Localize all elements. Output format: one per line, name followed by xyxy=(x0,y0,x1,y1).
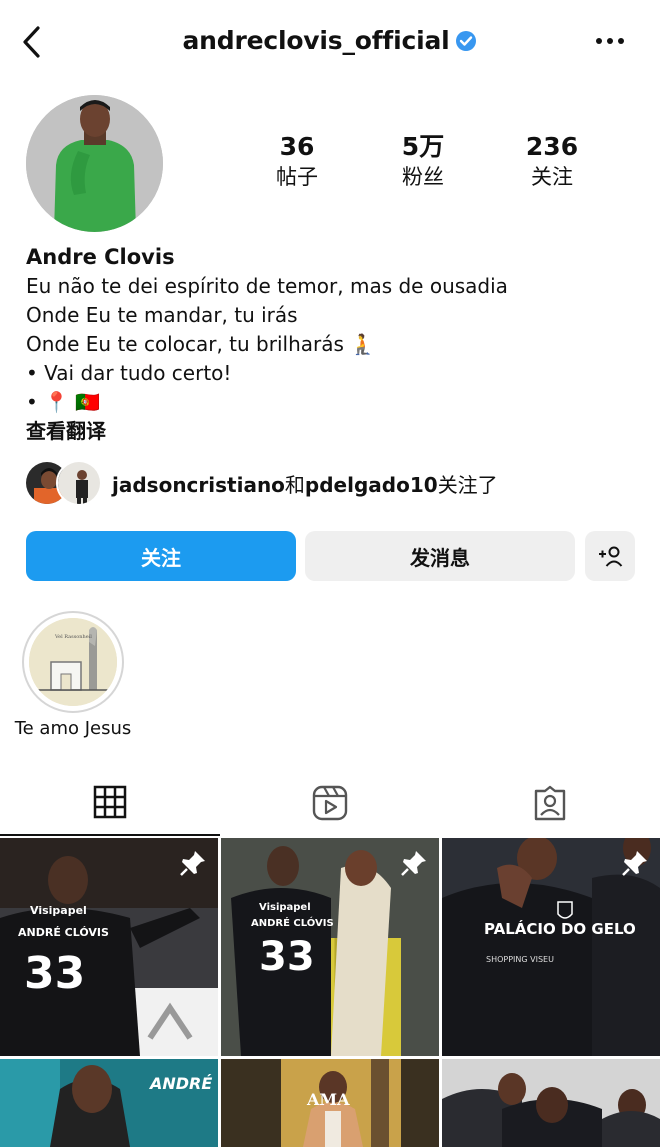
post-sponsor: PALÁCIO DO GELO xyxy=(484,919,636,938)
posts-count-label: 帖子 xyxy=(276,165,318,189)
followed-by-row[interactable]: jadsoncristiano和pdelgado10关注了 xyxy=(24,460,644,506)
followers-count[interactable]: 5万 粉丝 xyxy=(368,132,478,192)
post-jersey-number: 33 xyxy=(24,948,85,999)
post-photo: AMA xyxy=(221,1059,439,1147)
post-thumbnail[interactable] xyxy=(442,1059,660,1147)
follower-username[interactable]: jadsoncristiano xyxy=(112,473,285,497)
suggest-users-button[interactable] xyxy=(585,531,635,581)
pinned-icon xyxy=(178,848,208,878)
profile-header: andreclovis_official xyxy=(0,0,660,84)
post-thumbnail[interactable]: AMA xyxy=(221,1059,439,1147)
post-sponsor-sub: SHOPPING VISEU xyxy=(486,955,554,964)
highlight-label: Te amo Jesus xyxy=(14,718,132,739)
add-user-icon xyxy=(599,546,623,567)
tab-posts[interactable] xyxy=(0,770,220,836)
posts-count-value: 36 xyxy=(279,132,315,161)
post-thumbnail[interactable]: PALÁCIO DO GELO SHOPPING VISEU xyxy=(442,838,660,1056)
posts-grid: Visipapel ANDRÉ CLÓVIS 33 Visipapel ANDR… xyxy=(0,838,660,1147)
tagged-icon xyxy=(534,785,566,821)
svg-text:Vel Rassonheil: Vel Rassonheil xyxy=(54,634,92,640)
reels-icon xyxy=(312,785,348,821)
post-thumbnail[interactable]: Visipapel ANDRÉ CLÓVIS 33 xyxy=(221,838,439,1056)
profile-avatar[interactable] xyxy=(26,95,163,232)
following-count-label: 关注 xyxy=(531,165,573,189)
avatar-photo xyxy=(26,95,163,232)
followed-by-text: jadsoncristiano和pdelgado10关注了 xyxy=(112,469,498,498)
bio-line: • Vai dar tudo certo! xyxy=(26,361,232,385)
verified-badge-icon xyxy=(455,29,477,51)
post-thumbnail[interactable]: Visipapel ANDRÉ CLÓVIS 33 xyxy=(0,838,218,1056)
followed-by-suffix: 关注了 xyxy=(437,473,498,497)
story-highlight[interactable]: Vel Rassonheil xyxy=(22,611,124,713)
follower-username[interactable]: pdelgado10 xyxy=(305,473,438,497)
pinned-icon xyxy=(620,848,650,878)
post-thumbnail[interactable]: ANDRÉ CLÓVIS xyxy=(0,1059,218,1147)
bio-line: • 📍 🇵🇹 xyxy=(26,390,101,414)
following-count[interactable]: 236 关注 xyxy=(497,132,607,192)
display-name: Andre Clovis xyxy=(26,245,175,269)
post-overlay-text: AMA xyxy=(306,1090,350,1109)
message-button[interactable]: 发消息 xyxy=(305,531,575,581)
followers-count-value: 5万 xyxy=(401,132,445,161)
profile-bio: Andre Clovis Eu não te dei espírito de t… xyxy=(26,243,626,446)
profile-tabs xyxy=(0,770,660,836)
grid-icon xyxy=(93,785,127,819)
followed-by-connector: 和 xyxy=(284,473,305,497)
post-sponsor: Visipapel xyxy=(30,904,87,917)
following-count-value: 236 xyxy=(525,132,579,161)
highlight-cover: Vel Rassonheil xyxy=(29,618,117,706)
bio-line: Onde Eu te colocar, tu brilharás 🧎 xyxy=(26,332,376,356)
post-photo: ANDRÉ CLÓVIS xyxy=(0,1059,218,1147)
more-options-button[interactable] xyxy=(596,38,626,48)
followers-count-label: 粉丝 xyxy=(402,165,444,189)
follower-avatar xyxy=(56,460,102,506)
follow-button[interactable]: 关注 xyxy=(26,531,296,581)
posts-count[interactable]: 36 帖子 xyxy=(242,132,352,192)
username: andreclovis_official xyxy=(182,26,450,55)
profile-stats: 36 帖子 5万 粉丝 236 关注 xyxy=(232,132,622,202)
post-overlay-text: ANDRÉ CLÓVIS xyxy=(148,1074,218,1093)
post-photo xyxy=(442,1059,660,1147)
post-jersey-name: ANDRÉ CLÓVIS xyxy=(18,926,109,939)
bio-line: Eu não te dei espírito de temor, mas de … xyxy=(26,274,508,298)
tab-reels[interactable] xyxy=(220,770,440,836)
see-translation-link[interactable]: 查看翻译 xyxy=(26,417,626,446)
post-jersey-number: 33 xyxy=(259,934,315,980)
bio-line: Onde Eu te mandar, tu irás xyxy=(26,303,298,327)
pinned-icon xyxy=(399,848,429,878)
page-title: andreclovis_official xyxy=(0,26,660,55)
post-jersey-name: ANDRÉ CLÓVIS xyxy=(251,916,334,929)
tab-tagged[interactable] xyxy=(440,770,660,836)
post-sponsor: Visipapel xyxy=(259,902,311,913)
